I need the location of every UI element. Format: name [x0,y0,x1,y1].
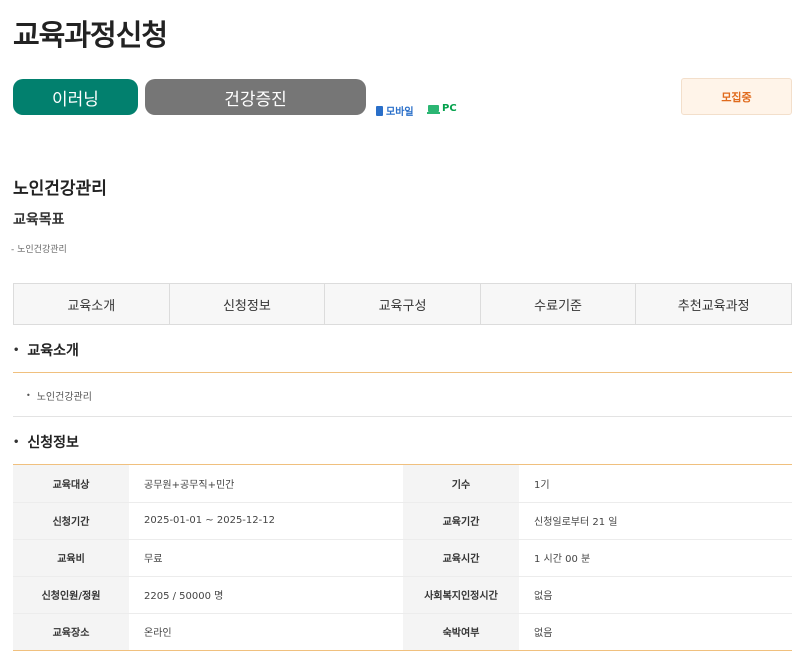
info-label: 교육기간 [403,502,519,540]
course-name: 노인건강관리 [13,179,107,199]
info-value: 2025-01-01 ~ 2025-12-12 [129,502,403,540]
table-row: 교육대상 공무원+공무직+민간 기수 1기 [13,465,792,503]
info-value: 2205 / 50000 명 [129,576,403,614]
info-value: 1기 [519,465,792,503]
table-row: 신청기간 2025-01-01 ~ 2025-12-12 교육기간 신청일로부터… [13,502,792,540]
device-mobile: 모바일 [376,103,414,118]
tab-recommended-courses[interactable]: 추천교육과정 [636,284,791,324]
device-pc: PC [427,103,457,114]
table-row: 교육비 무료 교육시간 1 시간 00 분 [13,539,792,577]
section-tabs: 교육소개 신청정보 교육구성 수료기준 추천교육과정 [13,283,792,325]
elearning-category-button[interactable]: 이러닝 [13,79,138,115]
application-info-table: 교육대상 공무원+공무직+민간 기수 1기 신청기간 2025-01-01 ~ … [13,465,792,651]
device-pc-label: PC [442,103,457,114]
device-mobile-label: 모바일 [386,107,414,118]
mobile-icon [376,105,383,116]
goal-heading: 교육목표 [13,212,65,228]
info-label: 기수 [403,465,519,503]
info-value: 무료 [129,539,403,577]
section-title-application-info: • 신청정보 [13,432,79,452]
info-value: 없음 [519,576,792,614]
info-label: 교육비 [13,539,129,577]
tab-composition[interactable]: 교육구성 [325,284,481,324]
goal-text: - 노인건강관리 [11,245,67,255]
bullet-icon: • [26,391,31,400]
section-title-info-label: 신청정보 [27,435,79,451]
list-item: • 노인건강관리 [26,388,92,403]
divider [13,416,792,417]
table-row: 신청인원/정원 2205 / 50000 명 사회복지인정시간 없음 [13,576,792,614]
tab-completion-criteria[interactable]: 수료기준 [481,284,637,324]
info-value: 공무원+공무직+민간 [129,465,403,503]
status-badge: 모집중 [681,78,792,115]
info-label: 신청인원/정원 [13,576,129,614]
page-title: 교육과정신청 [13,18,168,52]
info-label: 교육대상 [13,465,129,503]
health-category-button[interactable]: 건강증진 [145,79,366,115]
tab-intro[interactable]: 교육소개 [14,284,170,324]
section-title-intro-label: 교육소개 [27,343,79,359]
info-label: 교육장소 [13,613,129,651]
bullet-icon: • [13,436,20,448]
section-title-intro: • 교육소개 [13,340,79,360]
table-row: 교육장소 온라인 숙박여부 없음 [13,613,792,651]
bullet-icon: • [13,344,20,356]
laptop-icon [427,105,440,114]
info-label: 숙박여부 [403,613,519,651]
tab-application-info[interactable]: 신청정보 [170,284,326,324]
info-value: 1 시간 00 분 [519,539,792,577]
info-value: 신청일로부터 21 일 [519,502,792,540]
info-label: 신청기간 [13,502,129,540]
info-label: 교육시간 [403,539,519,577]
intro-item-text: 노인건강관리 [36,392,92,403]
info-value: 없음 [519,613,792,651]
info-label: 사회복지인정시간 [403,576,519,614]
info-value: 온라인 [129,613,403,651]
divider [13,372,792,373]
